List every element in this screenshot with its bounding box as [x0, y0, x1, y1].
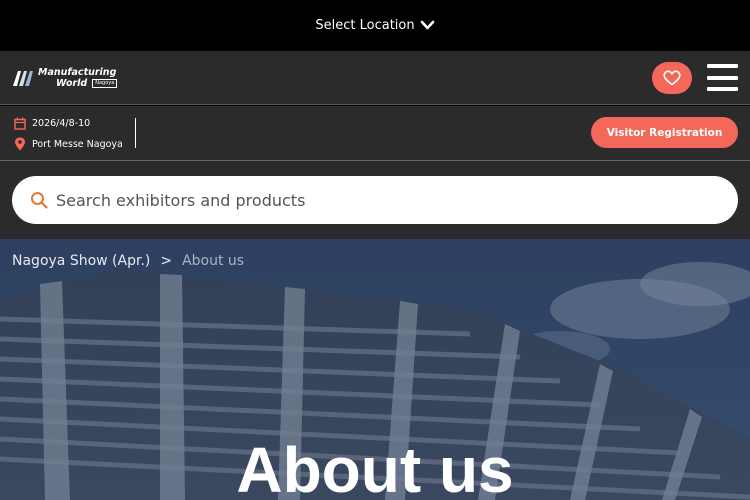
location-pin-icon [15, 137, 25, 151]
breadcrumb-parent-link[interactable]: Nagoya Show (Apr.) [12, 253, 150, 269]
page-title: About us [236, 434, 514, 500]
search-box[interactable] [12, 176, 738, 224]
info-divider [135, 118, 136, 148]
search-icon[interactable] [30, 191, 48, 209]
search-input[interactable] [56, 190, 696, 210]
hamburger-menu-icon[interactable] [707, 64, 738, 91]
logo-line1: Manufacturing [38, 67, 117, 78]
calendar-icon [14, 117, 26, 130]
search-section [0, 161, 750, 239]
logo-mark-icon [13, 71, 33, 86]
breadcrumb: Nagoya Show (Apr.) > About us [12, 253, 244, 269]
event-venue: Port Messe Nagoya [32, 138, 123, 150]
event-venue-row: Port Messe Nagoya [14, 137, 123, 151]
manufacturing-world-logo[interactable]: Manufacturing World Nagoya [12, 67, 118, 89]
visitor-registration-button[interactable]: Visitor Registration [591, 117, 738, 148]
event-date: 2026/4/8-10 [32, 118, 91, 129]
site-header: Manufacturing World Nagoya [0, 51, 750, 105]
heart-icon [663, 70, 681, 86]
event-info-bar: 2026/4/8-10 Port Messe Nagoya Visitor Re… [0, 106, 750, 161]
favorites-button[interactable] [652, 62, 692, 94]
event-date-row: 2026/4/8-10 [14, 117, 90, 130]
logo-sub: Nagoya [92, 79, 118, 88]
breadcrumb-separator: > [160, 253, 173, 269]
chevron-down-icon [420, 20, 434, 30]
logo-line2: World [56, 78, 88, 89]
breadcrumb-current: About us [182, 253, 245, 269]
location-selector[interactable]: Select Location [0, 0, 750, 51]
hero-banner: Nagoya Show (Apr.) > About us About us [0, 239, 750, 500]
location-label[interactable]: Select Location [315, 18, 414, 33]
